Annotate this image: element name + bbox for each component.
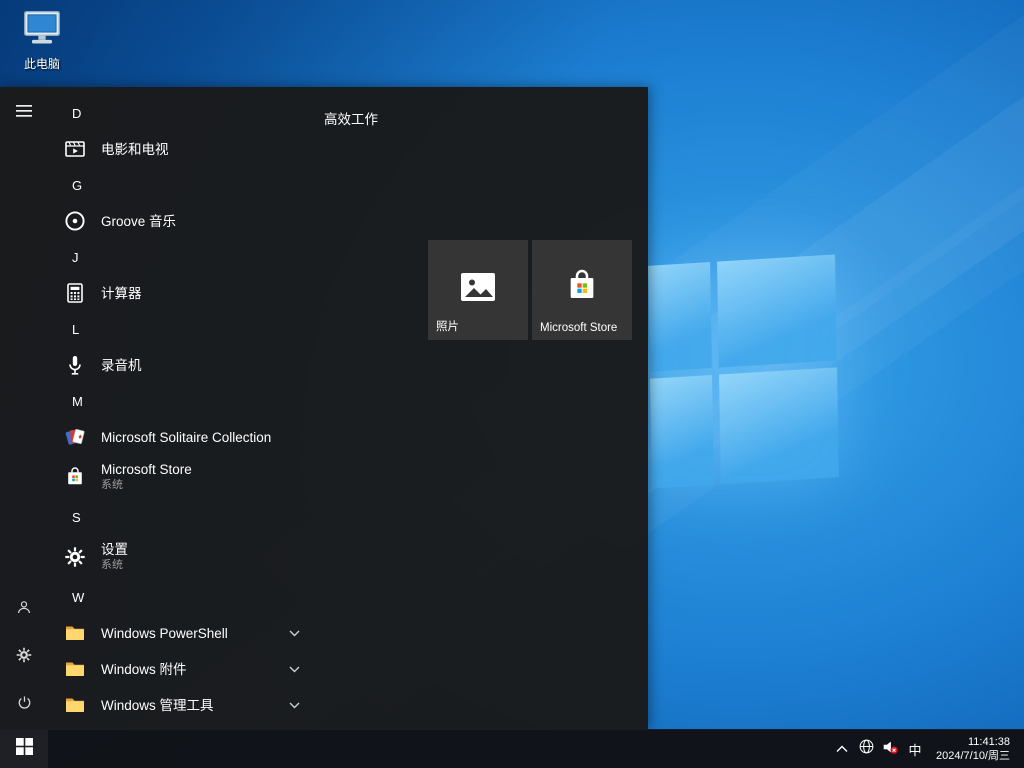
wallpaper-windows-logo xyxy=(648,254,840,489)
movies-tv-icon xyxy=(62,136,88,162)
clock-time: 11:41:38 xyxy=(928,735,1010,749)
windows-logo-pane xyxy=(717,254,837,367)
windows-logo-pane xyxy=(650,375,714,489)
system-tray: 中 11:41:38 2024/7/10/周三 xyxy=(830,730,1024,768)
app-label: 录音机 xyxy=(101,358,142,373)
expand-menu-button[interactable] xyxy=(0,89,48,137)
power-icon xyxy=(16,694,33,716)
app-item-microsoft-store[interactable]: Microsoft Store 系统 xyxy=(48,455,378,499)
section-letter-j[interactable]: J xyxy=(48,239,378,275)
app-group-windows-powershell[interactable]: Windows PowerShell xyxy=(48,615,378,651)
app-label: Windows PowerShell xyxy=(101,626,228,641)
windows-logo-icon xyxy=(16,738,33,760)
app-subtitle: 系统 xyxy=(101,478,192,493)
app-label: Microsoft Solitaire Collection xyxy=(101,430,271,445)
chevron-up-icon xyxy=(836,740,848,758)
app-label: Windows 管理工具 xyxy=(101,698,214,713)
app-label: 设置 xyxy=(101,542,128,557)
hamburger-icon xyxy=(16,104,32,123)
tray-volume-button[interactable] xyxy=(878,730,902,768)
tray-show-hidden-icons-button[interactable] xyxy=(830,730,854,768)
app-label: 计算器 xyxy=(101,286,142,301)
this-pc-icon xyxy=(10,8,74,53)
tile-label: Microsoft Store xyxy=(540,322,617,334)
tray-network-button[interactable] xyxy=(854,730,878,768)
tile-microsoft-store[interactable]: Microsoft Store xyxy=(532,240,632,340)
start-button[interactable] xyxy=(0,730,48,768)
settings-gear-icon xyxy=(62,544,88,570)
tile-label: 照片 xyxy=(436,318,459,334)
chevron-down-icon[interactable] xyxy=(286,661,302,677)
tray-ime-indicator[interactable]: 中 xyxy=(902,740,928,759)
folder-icon xyxy=(62,656,88,682)
section-letter-g[interactable]: G xyxy=(48,167,378,203)
groove-music-icon xyxy=(62,208,88,234)
start-menu-app-list: D 电影和电视 G xyxy=(48,95,378,729)
desktop-icon-this-pc[interactable]: 此电脑 xyxy=(10,8,74,72)
user-account-button[interactable] xyxy=(0,585,48,633)
folder-icon xyxy=(62,620,88,646)
network-globe-icon xyxy=(858,738,875,760)
gear-icon xyxy=(15,646,33,669)
tile-photos[interactable]: 照片 xyxy=(428,240,528,340)
volume-muted-icon xyxy=(881,738,899,761)
desktop: 此电脑 xyxy=(0,0,1024,768)
app-item-voice-recorder[interactable]: 录音机 xyxy=(48,347,378,383)
app-item-groove-music[interactable]: Groove 音乐 xyxy=(48,203,378,239)
desktop-icon-label: 此电脑 xyxy=(10,55,74,72)
app-item-solitaire[interactable]: Microsoft Solitaire Collection xyxy=(48,419,378,455)
app-item-movies-tv[interactable]: 电影和电视 xyxy=(48,131,378,167)
windows-logo-pane xyxy=(648,262,712,372)
app-subtitle: 系统 xyxy=(101,558,128,573)
app-label: Groove 音乐 xyxy=(101,214,176,229)
user-icon xyxy=(15,598,33,621)
taskbar-clock[interactable]: 11:41:38 2024/7/10/周三 xyxy=(928,735,1020,763)
power-button[interactable] xyxy=(0,681,48,729)
clock-date: 2024/7/10/周三 xyxy=(928,749,1010,763)
microphone-icon xyxy=(62,352,88,378)
photos-icon xyxy=(457,266,499,313)
app-item-calculator[interactable]: 计算器 xyxy=(48,275,378,311)
microsoft-store-icon xyxy=(62,464,88,490)
app-group-windows-accessories[interactable]: Windows 附件 xyxy=(48,651,378,687)
microsoft-store-icon xyxy=(562,266,602,311)
chevron-down-icon[interactable] xyxy=(286,625,302,641)
tile-group-title[interactable]: 高效工作 xyxy=(324,108,378,128)
section-letter-w[interactable]: W xyxy=(48,579,378,615)
app-label: 电影和电视 xyxy=(101,142,169,157)
app-item-settings[interactable]: 设置 系统 xyxy=(48,535,378,579)
folder-icon xyxy=(62,692,88,718)
chevron-down-icon[interactable] xyxy=(286,697,302,713)
app-label: Windows 附件 xyxy=(101,662,187,677)
section-letter-l[interactable]: L xyxy=(48,311,378,347)
rail-settings-button[interactable] xyxy=(0,633,48,681)
windows-logo-pane xyxy=(719,367,839,484)
section-letter-m[interactable]: M xyxy=(48,383,378,419)
app-group-windows-admin-tools[interactable]: Windows 管理工具 xyxy=(48,687,378,723)
app-label: Microsoft Store xyxy=(101,462,192,477)
start-menu: D 电影和电视 G xyxy=(0,87,648,729)
calculator-icon xyxy=(62,280,88,306)
section-letter-s[interactable]: S xyxy=(48,499,378,535)
taskbar: 中 11:41:38 2024/7/10/周三 xyxy=(0,729,1024,768)
start-menu-rail xyxy=(0,87,48,729)
solitaire-icon xyxy=(62,424,88,450)
